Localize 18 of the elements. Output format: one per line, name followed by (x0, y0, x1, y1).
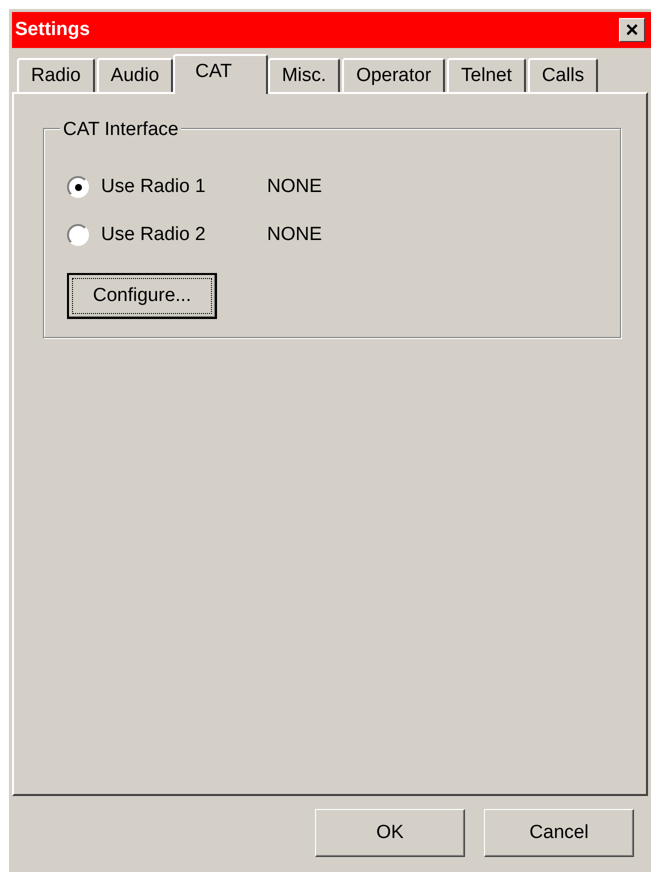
configure-button[interactable]: Configure... (67, 273, 217, 319)
window-title: Settings (15, 18, 90, 42)
radio-label: Use Radio 1 (101, 174, 207, 199)
tab[interactable]: CAT (173, 54, 268, 94)
tab[interactable]: Calls (528, 58, 598, 92)
radio-value: NONE (267, 174, 322, 199)
tab[interactable]: Audio (96, 58, 174, 92)
radio-value: NONE (267, 222, 322, 247)
dialog-button[interactable]: Cancel (484, 809, 634, 857)
tab[interactable]: Telnet (447, 58, 526, 92)
tab[interactable]: Misc. (268, 58, 340, 92)
radio-button[interactable] (67, 224, 89, 246)
tab[interactable]: Radio (17, 58, 95, 92)
radio-label: Use Radio 2 (101, 222, 207, 247)
dialog-button[interactable]: OK (315, 809, 465, 857)
tab[interactable]: Operator (342, 58, 446, 92)
close-button[interactable]: × (619, 18, 645, 42)
radio-button[interactable] (67, 176, 89, 198)
